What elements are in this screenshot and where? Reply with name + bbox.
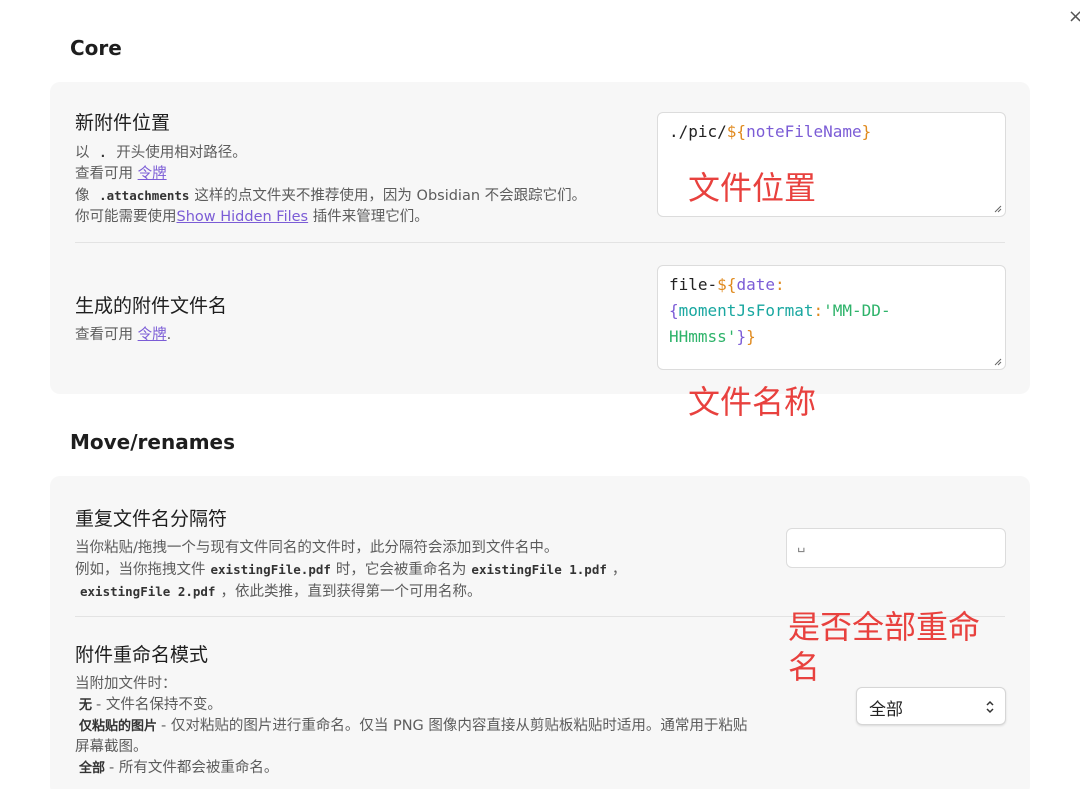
annotation-rename-all: 是否全部重命 名	[788, 608, 981, 686]
divider	[75, 242, 1005, 243]
resize-grip-icon[interactable]	[994, 358, 1002, 366]
section-title-move-renames: Move/renames	[70, 430, 236, 454]
setting-description: 当附加文件时： 无- 文件名保持不变。 仅粘贴的图片 - 仅对粘贴的图片进行重命名…	[75, 676, 748, 776]
duplicate-separator-input[interactable]: ␣	[786, 528, 1006, 568]
settings-card-core: 新附件位置 以 . 开头使用相对路径。 查看可用 令牌 像 .attachmen…	[50, 82, 1030, 394]
annotation-file-name: 文件名称	[688, 383, 817, 421]
tokens-link[interactable]: 令牌	[138, 166, 167, 182]
annotation-file-location: 文件位置	[688, 169, 817, 207]
generated-filename-input[interactable]: file-${date: {momentJsFormat:'MM-DD- HHm…	[657, 265, 1006, 370]
setting-duplicate-separator: 重复文件名分隔符 当你粘贴/拖拽一个与现有文件同名的文件时，此分隔符会添加到文件…	[75, 504, 815, 603]
section-title-core: Core	[70, 36, 122, 60]
rename-mode-select[interactable]: 全部	[856, 687, 1006, 725]
setting-name: 附件重命名模式	[75, 644, 209, 666]
close-icon[interactable]: ×	[1068, 8, 1080, 26]
chevron-up-down-icon	[986, 700, 994, 714]
setting-rename-mode: 附件重命名模式 当附加文件时： 无- 文件名保持不变。 仅粘贴的图片 - 仅对粘贴…	[75, 640, 835, 779]
setting-description: 当你粘贴/拖拽一个与现有文件同名的文件时，此分隔符会添加到文件名中。 例如，当你…	[75, 540, 627, 600]
resize-grip-icon[interactable]	[994, 205, 1002, 213]
show-hidden-files-link[interactable]: Show Hidden Files	[177, 209, 309, 225]
setting-name: 重复文件名分隔符	[75, 508, 228, 530]
tokens-link[interactable]: 令牌	[138, 327, 167, 343]
